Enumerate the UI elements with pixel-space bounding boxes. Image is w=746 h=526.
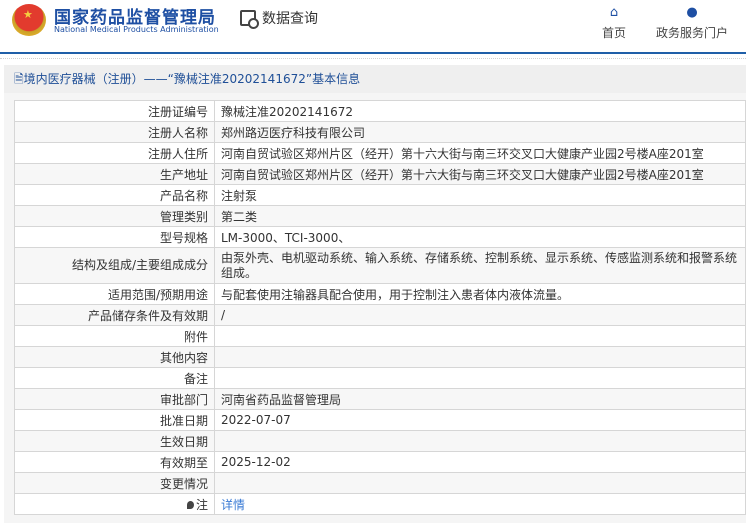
table-row: 型号规格 LM-3000、TCI-3000、 — [14, 226, 746, 248]
table-row: 其他内容 — [14, 346, 746, 368]
table-row: 批准日期 2022-07-07 — [14, 409, 746, 431]
details-link[interactable]: 详情 — [221, 498, 245, 512]
detail-panel: 注册证编号 豫械注准20202141672 注册人名称 郑州路迈医疗科技有限公司 注册人… — [4, 93, 746, 523]
table-row: 产品名称 注射泵 — [14, 184, 746, 206]
field-value: 与配套使用注输器具配合使用，用于控制注入患者体内液体流量。 — [214, 283, 746, 305]
nav-service-label: 政务服务门户 — [656, 26, 729, 40]
site-header: 国家药品监督管理局 National Medical Products Admi… — [0, 0, 746, 54]
data-query-label: 数据查询 — [262, 11, 318, 27]
divider — [0, 56, 746, 59]
page-title-bar: 🗎境内医疗器械（注册）——“豫械注准20202141672”基本信息 — [4, 65, 746, 93]
field-label: 生效日期 — [14, 430, 215, 452]
table-row: 注册人住所 河南自贸试验区郑州片区（经开）第十六大街与南三环交叉口大健康产业园2号… — [14, 142, 746, 164]
pin-icon — [186, 500, 194, 509]
field-value: 河南省药品监督管理局 — [214, 388, 746, 410]
field-value: 详情 — [214, 493, 746, 515]
table-row: 管理类别 第二类 — [14, 205, 746, 227]
field-label: 批准日期 — [14, 409, 215, 431]
table-row: 备注 — [14, 367, 746, 389]
field-value — [214, 325, 746, 347]
home-icon: ⌂ — [609, 5, 619, 20]
table-row: 附件 — [14, 325, 746, 347]
field-label: 管理类别 — [14, 205, 215, 227]
field-label: 产品名称 — [14, 184, 215, 206]
field-label: 审批部门 — [14, 388, 215, 410]
page-title: 境内医疗器械（注册）——“豫械注准20202141672”基本信息 — [23, 72, 361, 86]
field-value: / — [214, 304, 746, 326]
field-value: 郑州路迈医疗科技有限公司 — [214, 121, 746, 143]
field-label: 备注 — [14, 367, 215, 389]
field-label: 产品储存条件及有效期 — [14, 304, 215, 326]
field-value: LM-3000、TCI-3000、 — [214, 226, 746, 248]
user-icon: ● — [686, 5, 698, 20]
field-label: 附件 — [14, 325, 215, 347]
field-label: 生产地址 — [14, 163, 215, 185]
field-label: 适用范围/预期用途 — [14, 283, 215, 305]
table-row-note: 注详情 — [14, 493, 746, 515]
note-label: 注 — [195, 497, 208, 512]
field-value — [214, 472, 746, 494]
field-value: 2022-07-07 — [214, 409, 746, 431]
field-value: 由泵外壳、电机驱动系统、输入系统、存储系统、控制系统、显示系统、传感监测系统和报… — [214, 247, 746, 284]
field-label: 有效期至 — [14, 451, 215, 473]
field-label: 注册人住所 — [14, 142, 215, 164]
search-document-icon — [240, 10, 259, 29]
table-row: 变更情况 — [14, 472, 746, 494]
field-label: 结构及组成/主要组成成分 — [14, 247, 215, 284]
field-label: 其他内容 — [14, 346, 215, 368]
table-row: 适用范围/预期用途 与配套使用注输器具配合使用，用于控制注入患者体内液体流量。 — [14, 283, 746, 305]
field-label: 注册人名称 — [14, 121, 215, 143]
national-emblem-logo — [12, 4, 46, 36]
field-value: 河南自贸试验区郑州片区（经开）第十六大街与南三环交叉口大健康产业园2号楼A座20… — [214, 163, 746, 185]
brand-name-en[interactable]: National Medical Products Administration — [54, 25, 219, 34]
field-value — [214, 430, 746, 452]
data-query-link[interactable]: 数据查询 — [240, 8, 318, 29]
table-row: 产品储存条件及有效期 / — [14, 304, 746, 326]
table-row: 有效期至 2025-12-02 — [14, 451, 746, 473]
table-row: 生产地址 河南自贸试验区郑州片区（经开）第十六大街与南三环交叉口大健康产业园2号楼… — [14, 163, 746, 185]
table-row: 注册证编号 豫械注准20202141672 — [14, 100, 746, 122]
table-row: 生效日期 — [14, 430, 746, 452]
table-row: 结构及组成/主要组成成分 由泵外壳、电机驱动系统、输入系统、存储系统、控制系统、显… — [14, 247, 746, 284]
table-row: 注册人名称 郑州路迈医疗科技有限公司 — [14, 121, 746, 143]
field-label: 型号规格 — [14, 226, 215, 248]
field-value — [214, 367, 746, 389]
field-value — [214, 346, 746, 368]
table-row: 审批部门 河南省药品监督管理局 — [14, 388, 746, 410]
field-label: 注 — [14, 493, 215, 515]
nav-home-label: 首页 — [602, 26, 627, 40]
field-label: 变更情况 — [14, 472, 215, 494]
field-value: 2025-12-02 — [214, 451, 746, 473]
nav-home[interactable]: ⌂ 首页 — [602, 6, 626, 41]
field-value: 注射泵 — [214, 184, 746, 206]
detail-table: 注册证编号 豫械注准20202141672 注册人名称 郑州路迈医疗科技有限公司 注册人… — [14, 100, 746, 515]
nav-service-portal[interactable]: ● 政务服务门户 — [656, 6, 728, 41]
field-value: 豫械注准20202141672 — [214, 100, 746, 122]
field-value: 第二类 — [214, 205, 746, 227]
field-label: 注册证编号 — [14, 100, 215, 122]
document-icon: 🗎 — [14, 72, 24, 86]
field-value: 河南自贸试验区郑州片区（经开）第十六大街与南三环交叉口大健康产业园2号楼A座20… — [214, 142, 746, 164]
